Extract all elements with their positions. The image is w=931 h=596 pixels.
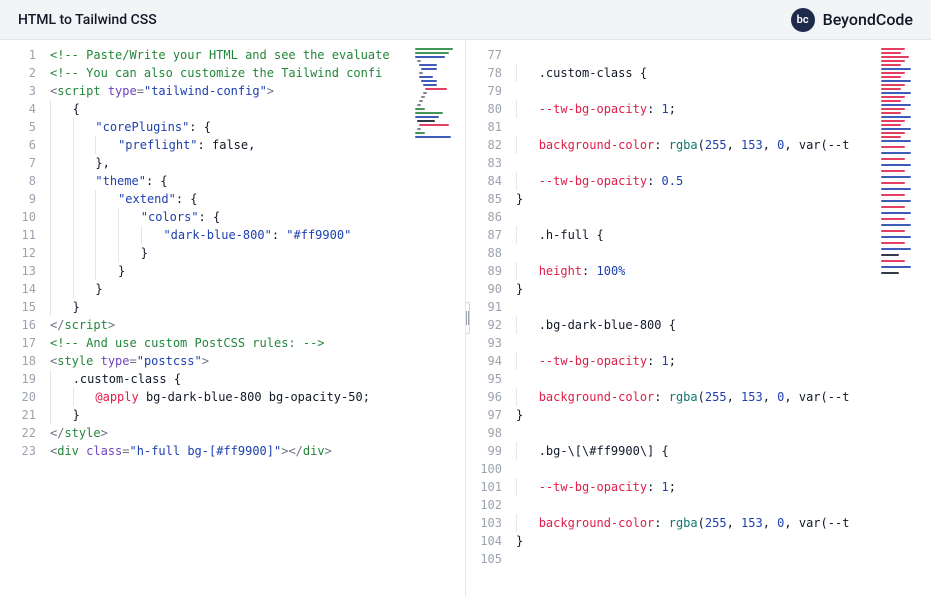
input-pane: 1234567891011121314151617181920212223 <!… — [0, 40, 466, 596]
brand[interactable]: bc BeyondCode — [791, 8, 913, 32]
code-editor-input[interactable]: <!-- Paste/Write your HTML and see the e… — [42, 40, 465, 596]
header: HTML to Tailwind CSS bc BeyondCode — [0, 0, 931, 40]
brand-logo-icon: bc — [791, 8, 815, 32]
pane-splitter[interactable] — [466, 302, 470, 334]
line-gutter-right: 7778798081828384858687888990919293949596… — [466, 40, 508, 596]
editor-panes: 1234567891011121314151617181920212223 <!… — [0, 40, 931, 596]
page-title: HTML to Tailwind CSS — [18, 12, 157, 28]
line-gutter-left: 1234567891011121314151617181920212223 — [0, 40, 42, 596]
code-editor-output[interactable]: .custom-class { --tw-bg-opacity: 1; back… — [508, 40, 931, 596]
brand-name: BeyondCode — [823, 10, 913, 29]
output-pane: 7778798081828384858687888990919293949596… — [466, 40, 931, 596]
